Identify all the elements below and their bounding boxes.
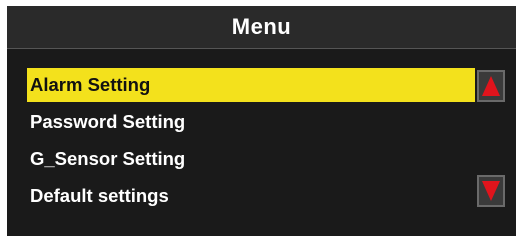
triangle-down-icon (482, 181, 500, 201)
menu-item-password-setting[interactable]: Password Setting (27, 105, 475, 139)
page-title: Menu (231, 14, 292, 39)
scroll-down-button[interactable] (477, 175, 505, 207)
menu-header: Menu (7, 6, 516, 49)
menu-list: Alarm Setting Password Setting G_Sensor … (27, 68, 475, 216)
menu-screen: Menu Alarm Setting Password Setting G_Se… (7, 6, 516, 236)
scroll-up-button[interactable] (477, 70, 505, 102)
menu-item-alarm-setting[interactable]: Alarm Setting (27, 68, 475, 102)
menu-item-g-sensor-setting[interactable]: G_Sensor Setting (27, 142, 475, 176)
menu-item-default-settings[interactable]: Default settings (27, 179, 475, 213)
triangle-up-icon (482, 76, 500, 96)
